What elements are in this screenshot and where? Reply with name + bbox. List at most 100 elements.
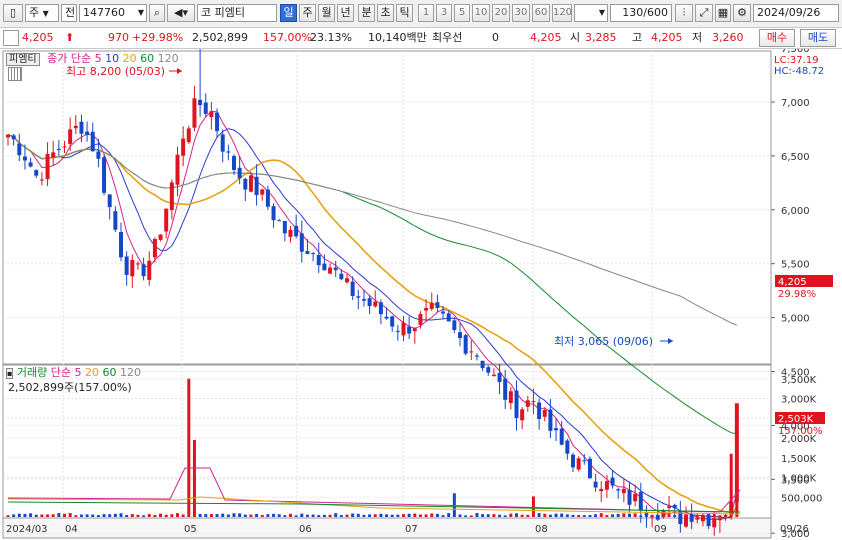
crosshair-icon[interactable] <box>8 67 22 81</box>
volume-bar <box>605 515 609 517</box>
count-field[interactable]: 130/600 <box>610 4 672 22</box>
volume-bar <box>255 513 259 517</box>
period-second[interactable]: 초 <box>377 4 394 22</box>
search-icon[interactable]: ⌕ <box>149 4 165 22</box>
candle-body <box>514 390 519 418</box>
date-field[interactable]: 2024/09/26 <box>753 4 839 22</box>
interval-5[interactable]: 5 <box>454 4 470 22</box>
volume-bar <box>379 513 383 517</box>
volume-bar <box>283 515 287 517</box>
quote-turnover: 23.13% <box>310 31 352 44</box>
volume-bar <box>560 513 564 517</box>
volume-bar <box>311 514 315 517</box>
candle-settings-icon[interactable]: ⫶ <box>675 4 693 22</box>
candle-body <box>130 259 135 277</box>
price-ma-60: 60 <box>140 52 155 65</box>
interval-20[interactable]: 20 <box>492 4 510 22</box>
volume-bar <box>492 514 496 517</box>
period-day[interactable]: 일 <box>280 4 297 22</box>
volume-bar <box>458 514 462 517</box>
volume-bar <box>424 514 428 517</box>
volume-bar <box>17 513 21 517</box>
volume-bar <box>571 514 575 517</box>
period-tick[interactable]: 틱 <box>396 4 413 22</box>
volume-bar <box>40 514 44 517</box>
speaker-icon[interactable]: ◀▾ <box>167 4 195 22</box>
candle-body <box>73 125 78 129</box>
volume-bar <box>74 515 78 517</box>
interval-10[interactable]: 10 <box>472 4 490 22</box>
volume-bar <box>142 515 146 517</box>
volume-pane-toggle-icon[interactable]: ▪ <box>6 368 14 379</box>
type-select[interactable]: 전 <box>61 4 77 22</box>
high-annotation: 최고 8,200 (05/03) <box>66 65 165 78</box>
price-pane-title[interactable]: 피엠티 <box>6 53 40 66</box>
interval-60[interactable]: 60 <box>532 4 550 22</box>
candle-body <box>548 409 553 431</box>
volume-bar <box>159 513 163 517</box>
period-year[interactable]: 년 <box>337 4 354 22</box>
volume-bar <box>594 514 598 517</box>
volume-bar <box>385 514 389 517</box>
volume-bar <box>345 514 349 517</box>
volume-bar <box>176 513 179 517</box>
candle-body <box>11 135 16 140</box>
candle-body <box>435 302 440 308</box>
volume-bar <box>170 514 174 517</box>
candle-body <box>56 148 61 150</box>
candle-body <box>345 278 349 283</box>
volume-bar <box>102 514 106 517</box>
volume-bar <box>554 513 558 517</box>
candle-body <box>282 220 287 234</box>
volume-bar <box>667 514 671 517</box>
candle-body <box>316 254 321 266</box>
candle-body <box>361 298 366 301</box>
window-menu-icon[interactable]: ▯ <box>3 4 23 22</box>
interval-1[interactable]: 1 <box>418 4 434 22</box>
interval-120[interactable]: 120 <box>552 4 572 22</box>
candle-body <box>373 301 378 307</box>
candle-body <box>265 189 270 207</box>
volume-bar <box>57 513 61 517</box>
x-month-label: 05 <box>184 524 197 535</box>
interval-30[interactable]: 30 <box>512 4 530 22</box>
candle-body <box>582 460 587 462</box>
candle-body <box>554 428 559 431</box>
volume-bar <box>34 514 38 517</box>
volume-bar <box>633 513 637 517</box>
candle-body <box>616 489 621 491</box>
chart-area[interactable]: 7,5007,0006,5006,0005,5005,0004,5004,000… <box>0 49 842 539</box>
candle-body <box>339 273 344 280</box>
candle-body <box>271 206 276 221</box>
buy-button[interactable]: 매수 <box>759 29 795 47</box>
candle-body <box>232 156 236 170</box>
candle-body <box>672 504 677 509</box>
interval-3[interactable]: 3 <box>436 4 452 22</box>
period-minute[interactable]: 분 <box>358 4 375 22</box>
volume-bar <box>735 418 739 517</box>
candle-body <box>102 157 107 193</box>
code-input[interactable]: 147760 ▼ <box>79 4 147 22</box>
candle-body <box>525 400 530 407</box>
candle-body <box>712 517 717 528</box>
indicator-icon[interactable]: ⤢ <box>695 4 713 22</box>
candle-body <box>215 112 220 132</box>
candle-body <box>559 428 564 445</box>
sell-button[interactable]: 매도 <box>800 29 836 47</box>
volume-bar <box>447 513 451 517</box>
volume-bar <box>192 439 196 517</box>
candle-body <box>390 316 395 327</box>
interval-custom-select[interactable]: ▼ <box>574 4 608 22</box>
candle-body <box>311 252 316 254</box>
volume-current-pct: 157.00% <box>778 426 823 437</box>
candle-body <box>186 128 191 143</box>
period-week[interactable]: 주 <box>299 4 316 22</box>
quote-checkbox[interactable] <box>3 30 19 46</box>
volume-bar <box>305 514 309 517</box>
period-month[interactable]: 월 <box>318 4 335 22</box>
market-select[interactable]: 주 ▼ <box>25 4 59 22</box>
gear-icon[interactable]: ⚙ <box>733 4 751 22</box>
candle-body <box>446 313 451 322</box>
candle-body <box>254 176 259 196</box>
chart-type-icon[interactable]: ▦ <box>715 4 731 22</box>
